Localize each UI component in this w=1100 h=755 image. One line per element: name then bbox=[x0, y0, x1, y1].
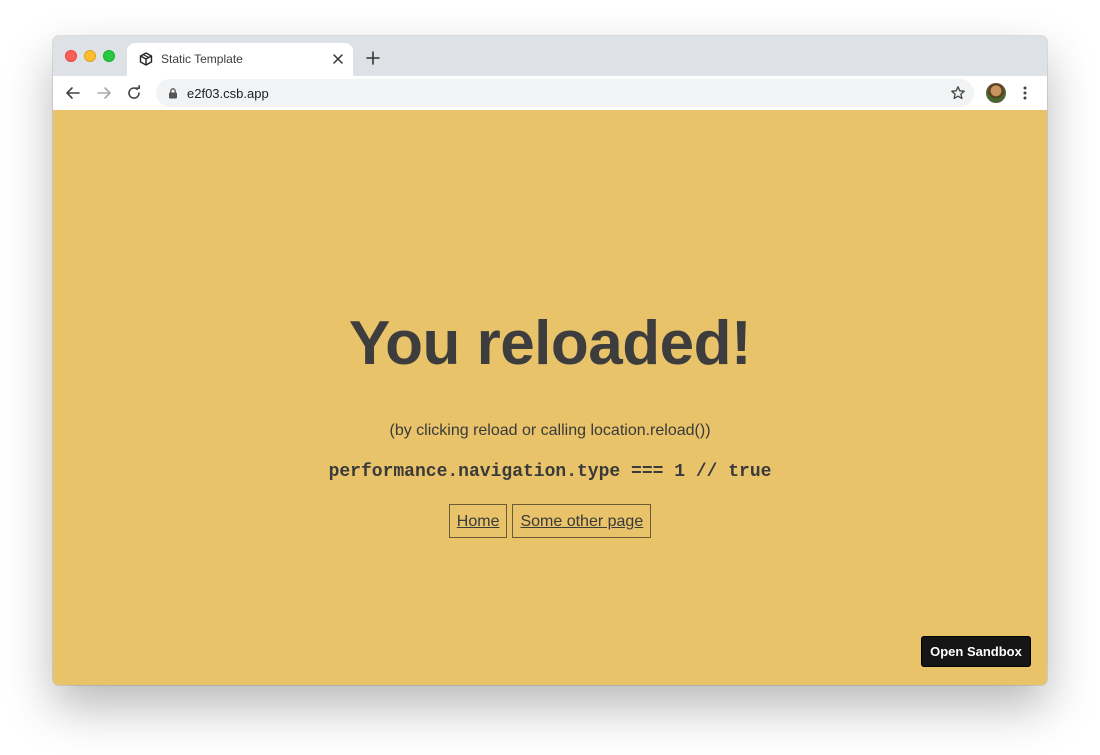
browser-toolbar: e2f03.csb.app bbox=[53, 76, 1047, 110]
bookmark-star-icon[interactable] bbox=[950, 85, 966, 101]
new-tab-icon[interactable] bbox=[366, 51, 380, 65]
window-controls bbox=[65, 50, 115, 62]
url-text: e2f03.csb.app bbox=[187, 86, 269, 101]
tab-title: Static Template bbox=[161, 52, 243, 66]
tab-close-icon[interactable] bbox=[331, 52, 345, 66]
profile-avatar[interactable] bbox=[986, 83, 1006, 103]
minimize-window-button[interactable] bbox=[84, 50, 96, 62]
address-bar[interactable]: e2f03.csb.app bbox=[156, 79, 974, 107]
page-subtitle: (by clicking reload or calling location.… bbox=[389, 422, 711, 439]
home-link[interactable]: Home bbox=[448, 504, 508, 538]
close-window-button[interactable] bbox=[65, 50, 77, 62]
tab-strip: Static Template bbox=[53, 36, 1047, 76]
maximize-window-button[interactable] bbox=[103, 50, 115, 62]
browser-window: Static Template e2f03.csb.app You reload… bbox=[53, 36, 1047, 685]
code-snippet: performance.navigation.type === 1 // tru… bbox=[328, 462, 772, 482]
browser-tab[interactable]: Static Template bbox=[127, 43, 353, 76]
page-headline: You reloaded! bbox=[348, 309, 752, 378]
forward-arrow-icon[interactable] bbox=[96, 85, 112, 101]
open-sandbox-button[interactable]: Open Sandbox bbox=[921, 636, 1031, 667]
page-content: You reloaded! (by clicking reload or cal… bbox=[53, 110, 1047, 685]
more-menu-icon[interactable] bbox=[1022, 85, 1028, 101]
other-page-link[interactable]: Some other page bbox=[512, 504, 652, 538]
nav-links: Home Some other page bbox=[53, 504, 1047, 538]
lock-icon[interactable] bbox=[168, 88, 178, 99]
reload-icon[interactable] bbox=[126, 85, 142, 101]
codesandbox-cube-icon bbox=[139, 52, 153, 66]
back-arrow-icon[interactable] bbox=[65, 85, 81, 101]
